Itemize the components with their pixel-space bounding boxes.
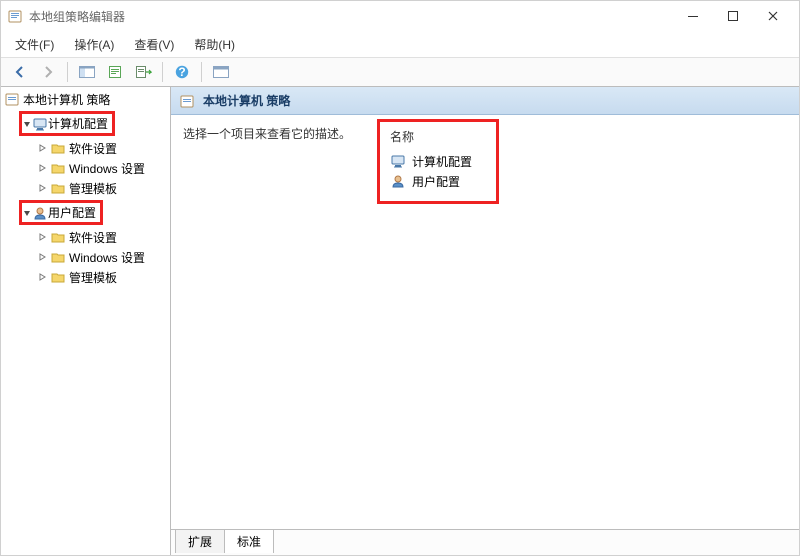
- menu-action[interactable]: 操作(A): [64, 33, 124, 56]
- tree-label: 管理模板: [69, 180, 117, 197]
- description-column: 选择一个项目来查看它的描述。: [183, 125, 383, 519]
- detail-body: 选择一个项目来查看它的描述。 名称 计算机配置 用户配置: [171, 115, 799, 529]
- tree-label: 管理模板: [69, 269, 117, 286]
- description-text: 选择一个项目来查看它的描述。: [183, 127, 351, 141]
- collapse-icon[interactable]: [22, 119, 32, 129]
- expand-icon[interactable]: [35, 161, 49, 175]
- back-button[interactable]: [7, 60, 33, 84]
- tree-windows-settings-1[interactable]: Windows 设置: [1, 158, 170, 178]
- tree-label: Windows 设置: [69, 249, 145, 266]
- tree-user-label[interactable]: 用户配置: [48, 204, 96, 221]
- toolbar-sep: [67, 62, 68, 82]
- detail-pane: 本地计算机 策略 选择一个项目来查看它的描述。 名称 计算机配置: [171, 87, 799, 555]
- detail-tabs: 扩展 标准: [171, 529, 799, 555]
- close-button[interactable]: [753, 2, 793, 30]
- tree-admin-templates-2[interactable]: 管理模板: [1, 267, 170, 287]
- toolbar-sep-3: [201, 62, 202, 82]
- expand-icon[interactable]: [35, 270, 49, 284]
- forward-button[interactable]: [35, 60, 61, 84]
- expand-icon[interactable]: [35, 141, 49, 155]
- tree-windows-settings-2[interactable]: Windows 设置: [1, 247, 170, 267]
- menubar: 文件(F) 操作(A) 查看(V) 帮助(H): [1, 31, 799, 57]
- list-item-user[interactable]: 用户配置: [386, 171, 476, 191]
- list-item-computer[interactable]: 计算机配置: [386, 151, 476, 171]
- list-column: 名称 计算机配置 用户配置: [383, 125, 493, 519]
- tree-software-settings-1[interactable]: 软件设置: [1, 138, 170, 158]
- properties-button[interactable]: [102, 60, 128, 84]
- tab-standard[interactable]: 标准: [224, 529, 274, 553]
- tab-extended[interactable]: 扩展: [175, 529, 225, 553]
- column-header-name[interactable]: 名称: [386, 126, 476, 147]
- tree-label: 软件设置: [69, 140, 117, 157]
- folder-icon: [50, 269, 66, 285]
- computer-icon: [390, 153, 406, 169]
- maximize-button[interactable]: [713, 2, 753, 30]
- expand-icon[interactable]: [35, 181, 49, 195]
- export-list-button[interactable]: [130, 60, 156, 84]
- menu-view[interactable]: 查看(V): [124, 33, 184, 56]
- list-item-label: 计算机配置: [412, 153, 472, 170]
- annotation-highlight: 用户配置: [1, 198, 170, 227]
- app-window: 本地组策略编辑器 文件(F) 操作(A) 查看(V) 帮助(H) ? 本地计算机…: [0, 0, 800, 556]
- toolbar: ?: [1, 57, 799, 87]
- minimize-button[interactable]: [673, 2, 713, 30]
- help-button[interactable]: ?: [169, 60, 195, 84]
- tree-root-label: 本地计算机 策略: [23, 91, 110, 108]
- folder-icon: [50, 160, 66, 176]
- list-item-label: 用户配置: [412, 173, 460, 190]
- tree-root[interactable]: 本地计算机 策略: [1, 89, 170, 109]
- tree-computer-label[interactable]: 计算机配置: [48, 115, 108, 132]
- menu-help[interactable]: 帮助(H): [184, 33, 245, 56]
- folder-icon: [50, 249, 66, 265]
- computer-icon: [32, 116, 48, 132]
- folder-icon: [50, 229, 66, 245]
- detail-header: 本地计算机 策略: [171, 87, 799, 115]
- tree-pane[interactable]: 本地计算机 策略 计算机配置 软件设置 Windows 设置: [1, 87, 171, 555]
- user-icon: [390, 173, 406, 189]
- expand-icon[interactable]: [35, 250, 49, 264]
- window-title: 本地组策略编辑器: [29, 8, 673, 25]
- content-area: 本地计算机 策略 计算机配置 软件设置 Windows 设置: [1, 87, 799, 555]
- show-hide-tree-button[interactable]: [74, 60, 100, 84]
- app-icon: [7, 8, 23, 24]
- filter-button[interactable]: [208, 60, 234, 84]
- svg-text:?: ?: [178, 65, 185, 79]
- policy-icon: [179, 93, 195, 109]
- tree-admin-templates-1[interactable]: 管理模板: [1, 178, 170, 198]
- user-icon: [32, 205, 48, 221]
- folder-icon: [50, 140, 66, 156]
- expand-icon[interactable]: [35, 230, 49, 244]
- toolbar-sep-2: [162, 62, 163, 82]
- menu-file[interactable]: 文件(F): [5, 33, 64, 56]
- collapse-icon[interactable]: [22, 208, 32, 218]
- folder-icon: [50, 180, 66, 196]
- annotation-highlight: 名称 计算机配置 用户配置: [377, 119, 499, 204]
- tree-label: Windows 设置: [69, 160, 145, 177]
- detail-heading: 本地计算机 策略: [203, 92, 290, 109]
- tree-software-settings-2[interactable]: 软件设置: [1, 227, 170, 247]
- policy-icon: [4, 91, 20, 107]
- tree-label: 软件设置: [69, 229, 117, 246]
- annotation-highlight: 计算机配置: [1, 109, 170, 138]
- titlebar: 本地组策略编辑器: [1, 1, 799, 31]
